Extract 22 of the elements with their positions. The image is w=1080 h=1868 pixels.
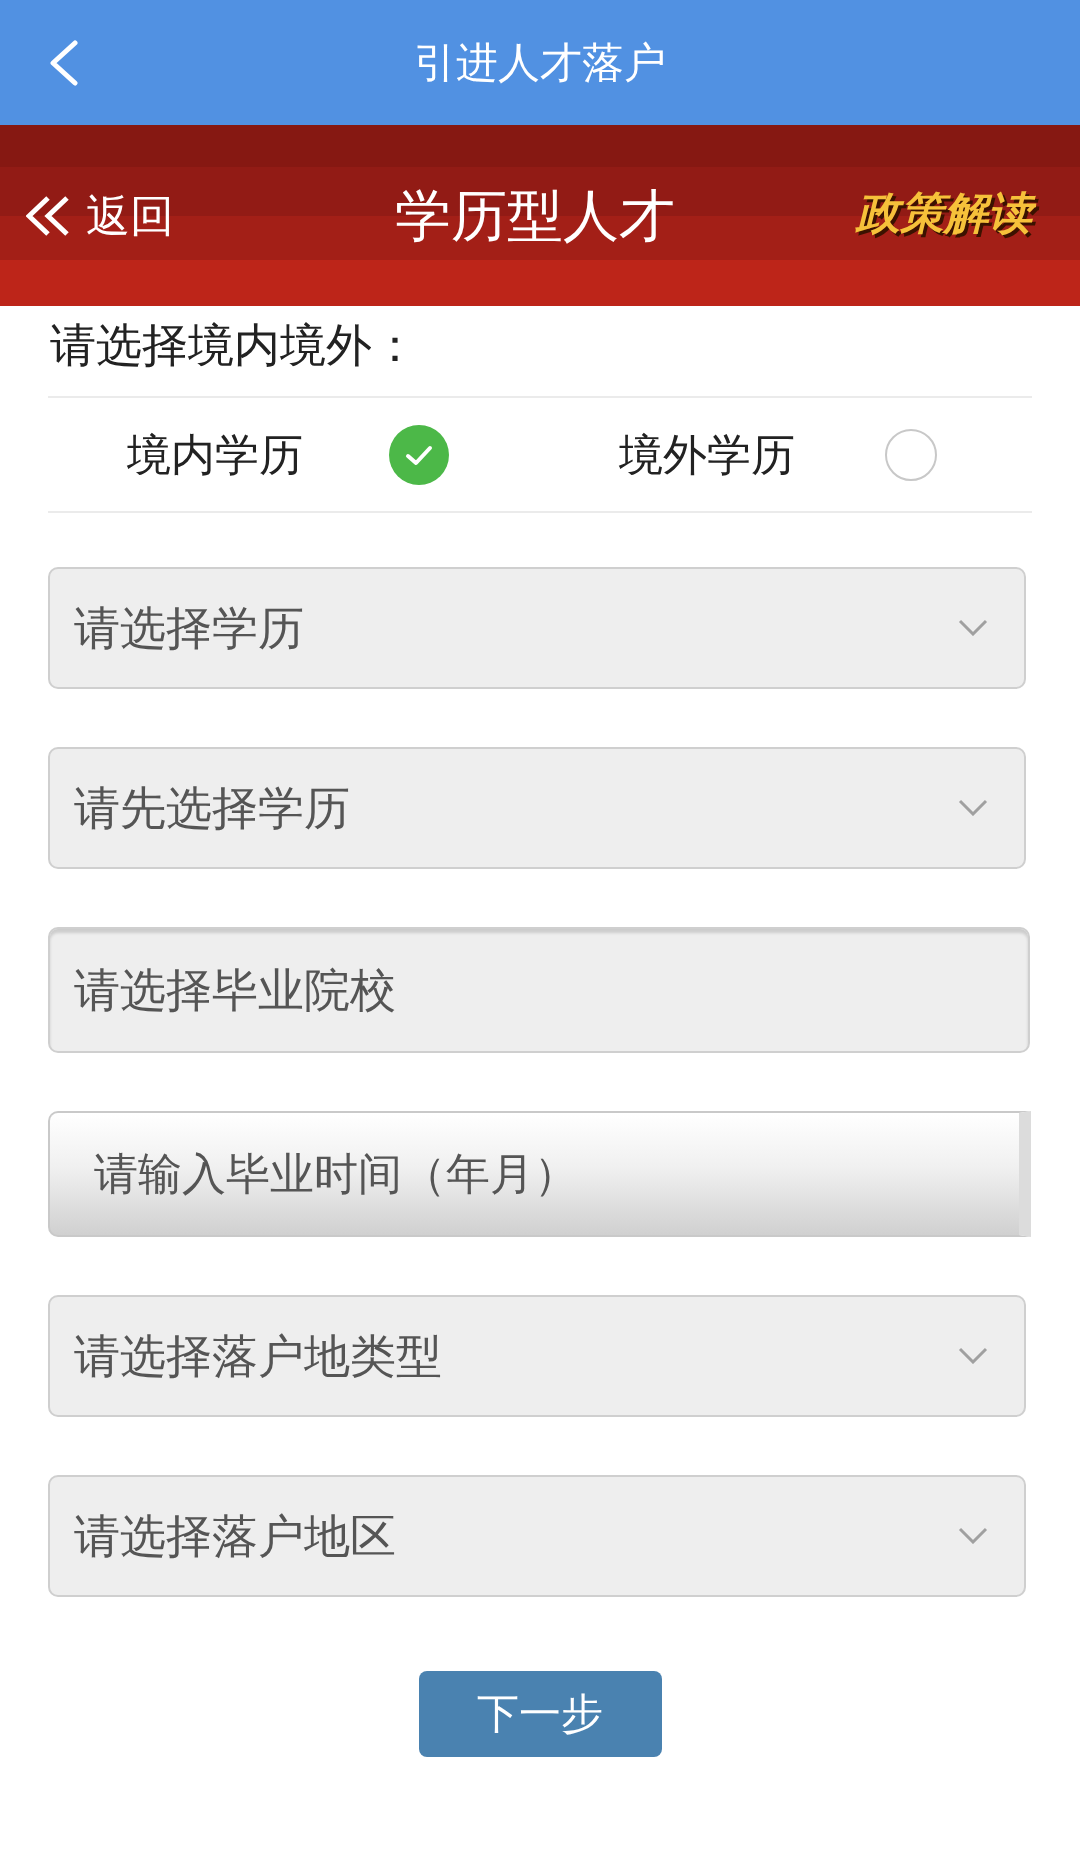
chevron-down-icon [958,1347,988,1364]
section-title: 学历型人才 [395,187,675,244]
double-chevron-left-icon [26,195,70,236]
select-field[interactable]: 请先选择学历 [48,747,1026,869]
chevron-left-icon[interactable] [48,39,78,86]
text-field[interactable]: 请选择毕业院校 [48,927,1030,1053]
chevron-down-icon [958,799,988,816]
chevron-down-icon [958,619,988,636]
option-label: 境内学历 [127,432,304,477]
select-field[interactable]: 请选择落户地区 [48,1475,1026,1597]
next-button[interactable]: 下一步 [418,1671,662,1757]
check-circle-icon[interactable] [389,424,449,485]
empty-circle-icon[interactable] [885,428,937,481]
back-button[interactable]: 返回 [26,193,174,238]
date-field[interactable]: 请输入毕业时间（年月） [48,1111,1031,1237]
page-title: 引进人才落户 [414,41,666,84]
option-label: 境外学历 [619,432,796,477]
select-field[interactable]: 请选择学历 [48,567,1026,689]
question-label: 请选择境内境外： [50,322,418,368]
chevron-down-icon [958,1527,988,1544]
select-field[interactable]: 请选择落户地类型 [48,1295,1026,1417]
policy-link[interactable]: 政策解读 [852,181,1044,250]
